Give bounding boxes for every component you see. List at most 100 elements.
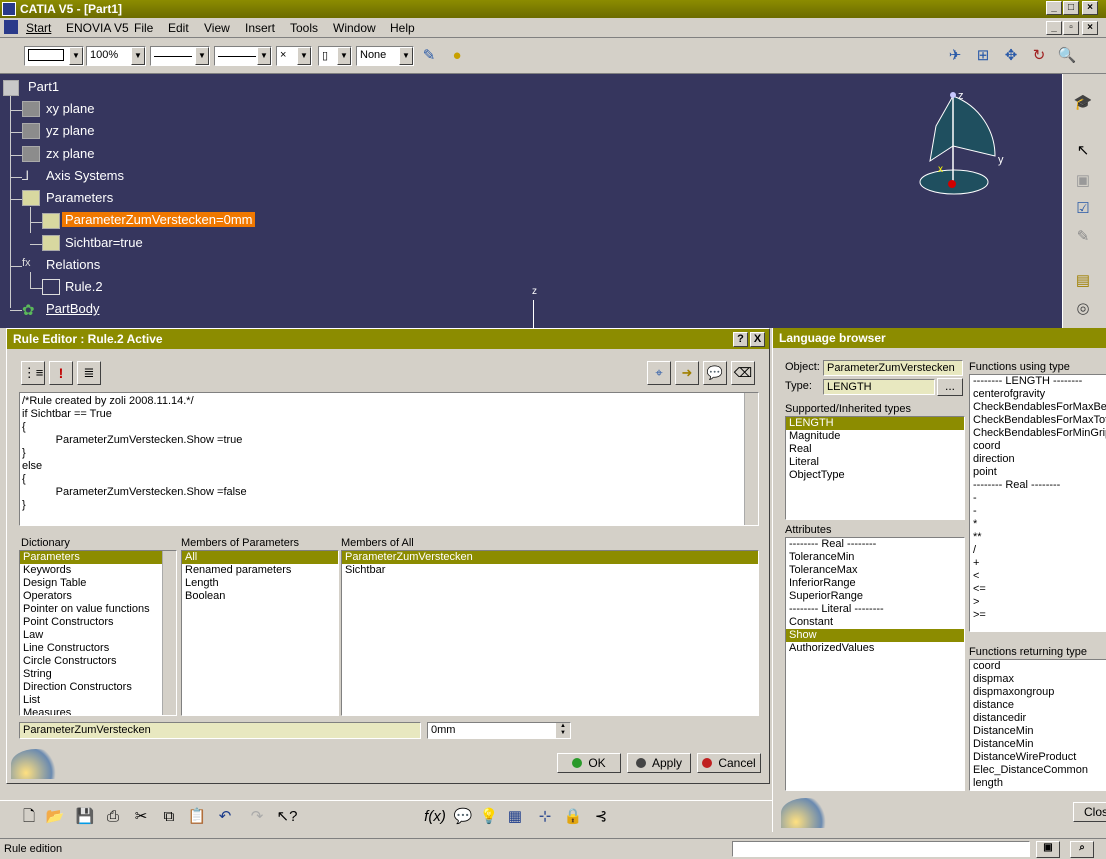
whats-this-icon[interactable]: ↖?: [276, 807, 298, 827]
error-icon[interactable]: !: [49, 361, 73, 385]
list-item[interactable]: All: [182, 551, 338, 564]
close-icon[interactable]: ×: [1082, 1, 1098, 15]
list-item[interactable]: Law: [20, 629, 176, 642]
layer-none-combo[interactable]: None ▼: [356, 46, 414, 66]
geometry-viewport[interactable]: Part1 xy plane yz plane zx plane ⅃ Axis …: [0, 74, 1062, 328]
menu-file[interactable]: File: [134, 21, 153, 35]
list-item[interactable]: Show: [786, 629, 964, 642]
chevron-down-icon[interactable]: ▼: [337, 47, 351, 65]
copy-icon[interactable]: ⧉: [158, 807, 180, 827]
list-item[interactable]: Sichtbar: [342, 564, 758, 577]
check-icon[interactable]: ☑: [1071, 198, 1095, 220]
point-symbol-combo[interactable]: × ▼: [276, 46, 312, 66]
minimize-icon[interactable]: _: [1046, 1, 1062, 15]
spinner-icon[interactable]: ▲ ▼: [556, 723, 570, 738]
list-item[interactable]: dispmax: [970, 673, 1106, 686]
attributes-list[interactable]: -------- Real -------- ToleranceMin Tole…: [785, 537, 965, 791]
select-arrow-icon[interactable]: ↖: [1071, 140, 1095, 162]
tree-item-sichtbar[interactable]: Sichtbar=true: [65, 235, 143, 250]
measure-icon[interactable]: ⌖: [647, 361, 671, 385]
tree-root-part[interactable]: Part1: [28, 79, 59, 94]
list-item[interactable]: -: [970, 505, 1106, 518]
command-input[interactable]: [732, 841, 1030, 857]
list-item[interactable]: *: [970, 518, 1106, 531]
list-item[interactable]: distancedir: [970, 712, 1106, 725]
list-item[interactable]: Renamed parameters: [182, 564, 338, 577]
redo-icon[interactable]: ↷: [246, 807, 268, 827]
type-browse-button[interactable]: ...: [937, 378, 963, 396]
open-folder-icon[interactable]: 📂: [44, 807, 66, 827]
list-item[interactable]: -------- LENGTH --------: [970, 375, 1106, 388]
list-item[interactable]: Constant: [786, 616, 964, 629]
list-item[interactable]: -------- Real --------: [786, 538, 964, 551]
pan-icon[interactable]: ✥: [1000, 46, 1022, 66]
update-icon[interactable]: ◎: [1071, 298, 1095, 320]
doc-close-icon[interactable]: ×: [1082, 21, 1098, 35]
list-item[interactable]: ParameterZumVerstecken: [342, 551, 758, 564]
language-close-button[interactable]: Close: [1073, 802, 1106, 822]
list-item[interactable]: /: [970, 544, 1106, 557]
list-item[interactable]: -: [970, 492, 1106, 505]
tree-item-axis-systems[interactable]: Axis Systems: [46, 168, 124, 183]
cancel-button[interactable]: Cancel: [697, 753, 761, 773]
list-item[interactable]: AuthorizedValues: [786, 642, 964, 655]
painter-icon[interactable]: ✎: [418, 46, 440, 66]
search-icon[interactable]: ⌕: [1070, 841, 1094, 858]
list-item[interactable]: distance: [970, 699, 1106, 712]
list-item[interactable]: ToleranceMax: [786, 564, 964, 577]
fly-mode-icon[interactable]: ✈: [944, 46, 966, 66]
list-item[interactable]: DistanceMin: [970, 725, 1106, 738]
chevron-down-icon[interactable]: ▼: [69, 47, 83, 65]
undo-icon[interactable]: ↶: [214, 807, 236, 827]
fit-all-icon[interactable]: ⊞: [972, 46, 994, 66]
list-item[interactable]: Design Table: [20, 577, 176, 590]
menu-start[interactable]: Start: [26, 21, 51, 35]
design-table-icon[interactable]: ▦: [504, 807, 526, 827]
list-item[interactable]: point: [970, 466, 1106, 479]
menu-edit[interactable]: Edit: [168, 21, 189, 35]
list-item[interactable]: ObjectType: [786, 469, 964, 482]
sets-icon[interactable]: ⊹: [534, 807, 556, 827]
list-item[interactable]: <=: [970, 583, 1106, 596]
list-item[interactable]: Boolean: [182, 590, 338, 603]
list-item[interactable]: Elec_DistanceCommon: [970, 764, 1106, 777]
doc-restore-icon[interactable]: ▫: [1063, 21, 1079, 35]
layer-combo[interactable]: ▯ ▼: [318, 46, 352, 66]
tool-icon[interactable]: ✎: [1071, 226, 1095, 248]
list-item[interactable]: Keywords: [20, 564, 176, 577]
list-item[interactable]: LENGTH: [786, 417, 964, 430]
eraser-icon[interactable]: ⌫: [731, 361, 755, 385]
cut-icon[interactable]: ✂: [130, 807, 152, 827]
tree-item-yz-plane[interactable]: yz plane: [46, 123, 94, 138]
knowledge-bulb-icon[interactable]: 💡: [478, 807, 500, 827]
list-item[interactable]: String: [20, 668, 176, 681]
dictionary-scrollbar[interactable]: [162, 551, 176, 715]
list-item[interactable]: <: [970, 570, 1106, 583]
tree-item-rule[interactable]: Rule.2: [65, 279, 103, 294]
list-item[interactable]: ToleranceMin: [786, 551, 964, 564]
functions-returning-list[interactable]: coord dispmax dispmaxongroup distance di…: [969, 659, 1106, 791]
list-item[interactable]: >: [970, 596, 1106, 609]
equivalences-icon[interactable]: ⊰: [590, 807, 612, 827]
menu-window[interactable]: Window: [333, 21, 376, 35]
color-combo[interactable]: ▼: [24, 46, 84, 66]
comment-icon[interactable]: 💬: [703, 361, 727, 385]
apply-button[interactable]: Apply: [627, 753, 691, 773]
chevron-down-icon[interactable]: ▼: [297, 47, 311, 65]
list-item[interactable]: Magnitude: [786, 430, 964, 443]
list-item[interactable]: Parameters: [20, 551, 176, 564]
list-item[interactable]: Line Constructors: [20, 642, 176, 655]
chevron-down-icon[interactable]: ▼: [131, 47, 145, 65]
insert-arrow-icon[interactable]: ➜: [675, 361, 699, 385]
members-params-list[interactable]: All Renamed parameters Length Boolean: [181, 550, 339, 716]
list-item[interactable]: Point Constructors: [20, 616, 176, 629]
list-item[interactable]: CheckBendablesForMaxBen: [970, 401, 1106, 414]
list-item[interactable]: centerofgravity: [970, 388, 1106, 401]
list-item[interactable]: InferiorRange: [786, 577, 964, 590]
list-item[interactable]: **: [970, 531, 1106, 544]
line-type-combo[interactable]: ▼: [150, 46, 210, 66]
functions-using-list[interactable]: -------- LENGTH -------- centerofgravity…: [969, 374, 1106, 632]
dictionary-list[interactable]: Parameters Keywords Design Table Operato…: [19, 550, 177, 716]
list-item[interactable]: -------- Real --------: [970, 479, 1106, 492]
new-file-icon[interactable]: 🗋: [18, 807, 40, 827]
